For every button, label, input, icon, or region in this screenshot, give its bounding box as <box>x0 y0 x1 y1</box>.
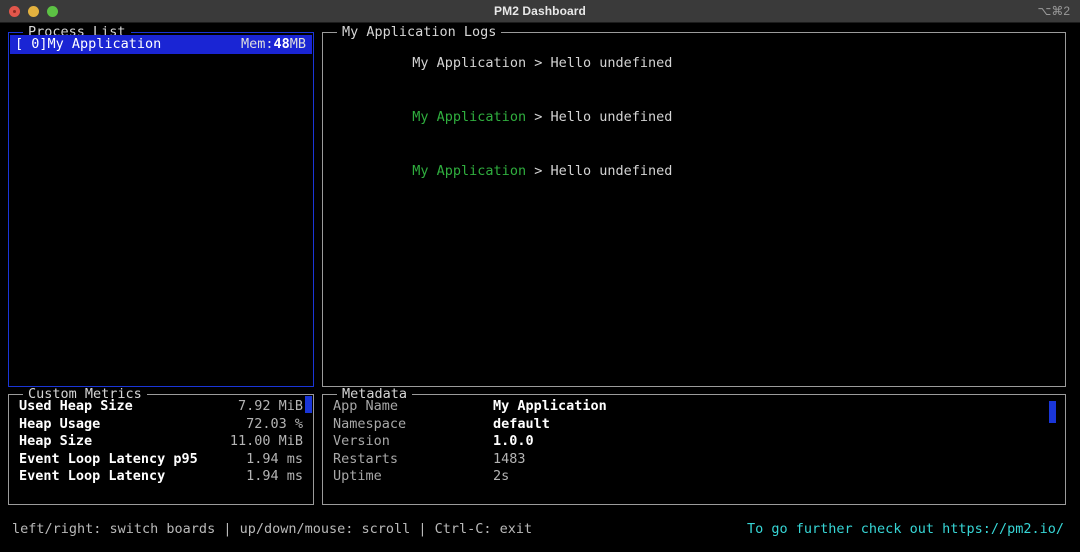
log-line-list: My Application > Hello undefined My Appl… <box>323 33 1065 198</box>
metric-label: Heap Size <box>19 433 93 449</box>
metric-label: Event Loop Latency <box>19 468 166 484</box>
process-mem-unit: MB <box>289 36 306 52</box>
custom-metrics-list: Used Heap Size 7.92 MiB Heap Usage 72.03… <box>9 395 313 486</box>
metadata-row: App Name My Application <box>323 398 1065 416</box>
log-message: Hello undefined <box>550 163 673 179</box>
log-app-name: My Application <box>412 109 527 125</box>
application-logs-panel[interactable]: My Application Logs My Application > Hel… <box>322 25 1066 387</box>
metric-value: 1.94 ms <box>246 468 303 484</box>
metric-label: Used Heap Size <box>19 398 133 414</box>
log-message: Hello undefined <box>550 109 673 125</box>
terminal-surface: Process List [ 0] My Application Mem: 48… <box>0 23 1080 552</box>
metric-row: Heap Size 11.00 MiB <box>9 433 313 451</box>
metric-value: 1.94 ms <box>246 450 303 467</box>
process-id: [ 0] <box>15 36 48 52</box>
metric-row: Event Loop Latency 1.94 ms <box>9 468 313 486</box>
metadata-list: App Name My Application Namespace defaul… <box>323 395 1065 486</box>
metric-value: 11.00 MiB <box>229 433 303 449</box>
metadata-panel[interactable]: Metadata App Name My Application Namespa… <box>322 387 1066 505</box>
custom-metrics-body: Used Heap Size 7.92 MiB Heap Usage 72.03… <box>9 395 313 504</box>
metadata-label: Namespace <box>333 415 407 432</box>
metadata-value: default <box>493 415 550 432</box>
window-title: PM2 Dashboard <box>494 4 586 18</box>
metadata-value: 1483 <box>493 450 526 467</box>
application-logs-body: My Application > Hello undefined My Appl… <box>323 33 1065 386</box>
process-mem-label: Mem: <box>240 36 274 52</box>
metadata-row: Version 1.0.0 <box>323 433 1065 451</box>
metadata-label: App Name <box>333 398 399 414</box>
process-row[interactable]: [ 0] My Application Mem: 48 MB <box>10 35 312 54</box>
promo-link-text[interactable]: To go further check out https://pm2.io/ <box>747 520 1064 538</box>
log-line: My Application > Hello undefined <box>331 36 1065 90</box>
log-arrow: > <box>526 55 551 71</box>
metadata-body: App Name My Application Namespace defaul… <box>323 395 1065 504</box>
process-mem-value: 48 <box>273 36 290 52</box>
log-app-name: My Application <box>412 55 527 71</box>
metadata-row: Namespace default <box>323 416 1065 434</box>
metadata-row: Uptime 2s <box>323 468 1065 486</box>
metadata-value: My Application <box>493 398 607 414</box>
keyboard-help-text: left/right: switch boards | up/down/mous… <box>12 521 533 537</box>
metric-label: Event Loop Latency p95 <box>19 450 198 467</box>
metadata-value: 1.0.0 <box>493 433 534 449</box>
log-line: My Application > Hello undefined <box>331 144 1065 198</box>
metadata-label: Restarts <box>333 450 399 467</box>
log-app-name: My Application <box>412 163 527 179</box>
log-arrow: > <box>526 163 551 179</box>
metadata-scrollbar-thumb[interactable] <box>1049 401 1056 423</box>
process-list-body: [ 0] My Application Mem: 48 MB <box>9 33 313 386</box>
metadata-row: Restarts 1483 <box>323 451 1065 469</box>
log-arrow: > <box>526 109 551 125</box>
status-bar: left/right: switch boards | up/down/mous… <box>0 512 1080 552</box>
process-list-panel[interactable]: Process List [ 0] My Application Mem: 48… <box>8 25 314 387</box>
log-message: Hello undefined <box>550 55 673 71</box>
metric-value: 72.03 % <box>246 415 303 432</box>
window-titlebar: PM2 Dashboard ⌥⌘2 <box>0 0 1080 23</box>
metric-row: Heap Usage 72.03 % <box>9 416 313 434</box>
process-name: My Application <box>47 36 162 52</box>
custom-metrics-panel[interactable]: Custom Metrics Used Heap Size 7.92 MiB H… <box>8 387 314 505</box>
custom-metrics-scrollbar-thumb[interactable] <box>305 396 312 413</box>
metadata-label: Version <box>333 433 390 449</box>
metadata-label: Uptime <box>333 468 382 484</box>
log-line: My Application > Hello undefined <box>331 90 1065 144</box>
metric-row: Used Heap Size 7.92 MiB <box>9 398 313 416</box>
metric-label: Heap Usage <box>19 415 101 432</box>
metric-value: 7.92 MiB <box>237 398 303 414</box>
window-shortcut-hint: ⌥⌘2 <box>1037 4 1070 18</box>
metadata-value: 2s <box>493 468 510 484</box>
metric-row: Event Loop Latency p95 1.94 ms <box>9 451 313 469</box>
